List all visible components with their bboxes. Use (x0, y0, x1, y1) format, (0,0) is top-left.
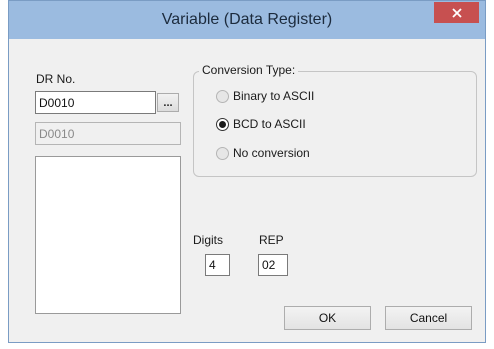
radio-no-conversion[interactable]: No conversion (216, 146, 310, 160)
radio-button-icon (216, 146, 229, 160)
conversion-type-title: Conversion Type: (199, 63, 299, 77)
dr-no-input[interactable]: D0010 (35, 91, 156, 114)
radio-label: BCD to ASCII (233, 117, 306, 131)
radio-bcd-to-ascii[interactable]: BCD to ASCII (216, 117, 306, 131)
close-icon (451, 7, 462, 18)
cancel-button[interactable]: Cancel (385, 306, 472, 330)
radio-selected-icon (216, 117, 229, 131)
dr-no-label: DR No. (36, 72, 76, 86)
dialog-window: Variable (Data Register) DR No. D0010 ..… (8, 0, 486, 343)
digits-label: Digits (193, 233, 224, 247)
radio-binary-to-ascii[interactable]: Binary to ASCII (216, 89, 314, 103)
dialog-title: Variable (Data Register) (161, 11, 333, 28)
browse-button[interactable]: ... (157, 93, 179, 112)
register-list[interactable] (35, 156, 181, 314)
title-bar[interactable]: Variable (Data Register) (9, 1, 485, 39)
dr-no-preview-field: D0010 (35, 122, 181, 145)
radio-label: Binary to ASCII (233, 89, 315, 103)
radio-label: No conversion (233, 146, 310, 160)
ok-button[interactable]: OK (284, 306, 371, 330)
digits-input[interactable]: 4 (205, 254, 230, 276)
rep-input[interactable]: 02 (258, 254, 288, 276)
radio-button-icon (216, 89, 229, 103)
close-button[interactable] (434, 2, 479, 23)
rep-label: REP (259, 233, 284, 247)
